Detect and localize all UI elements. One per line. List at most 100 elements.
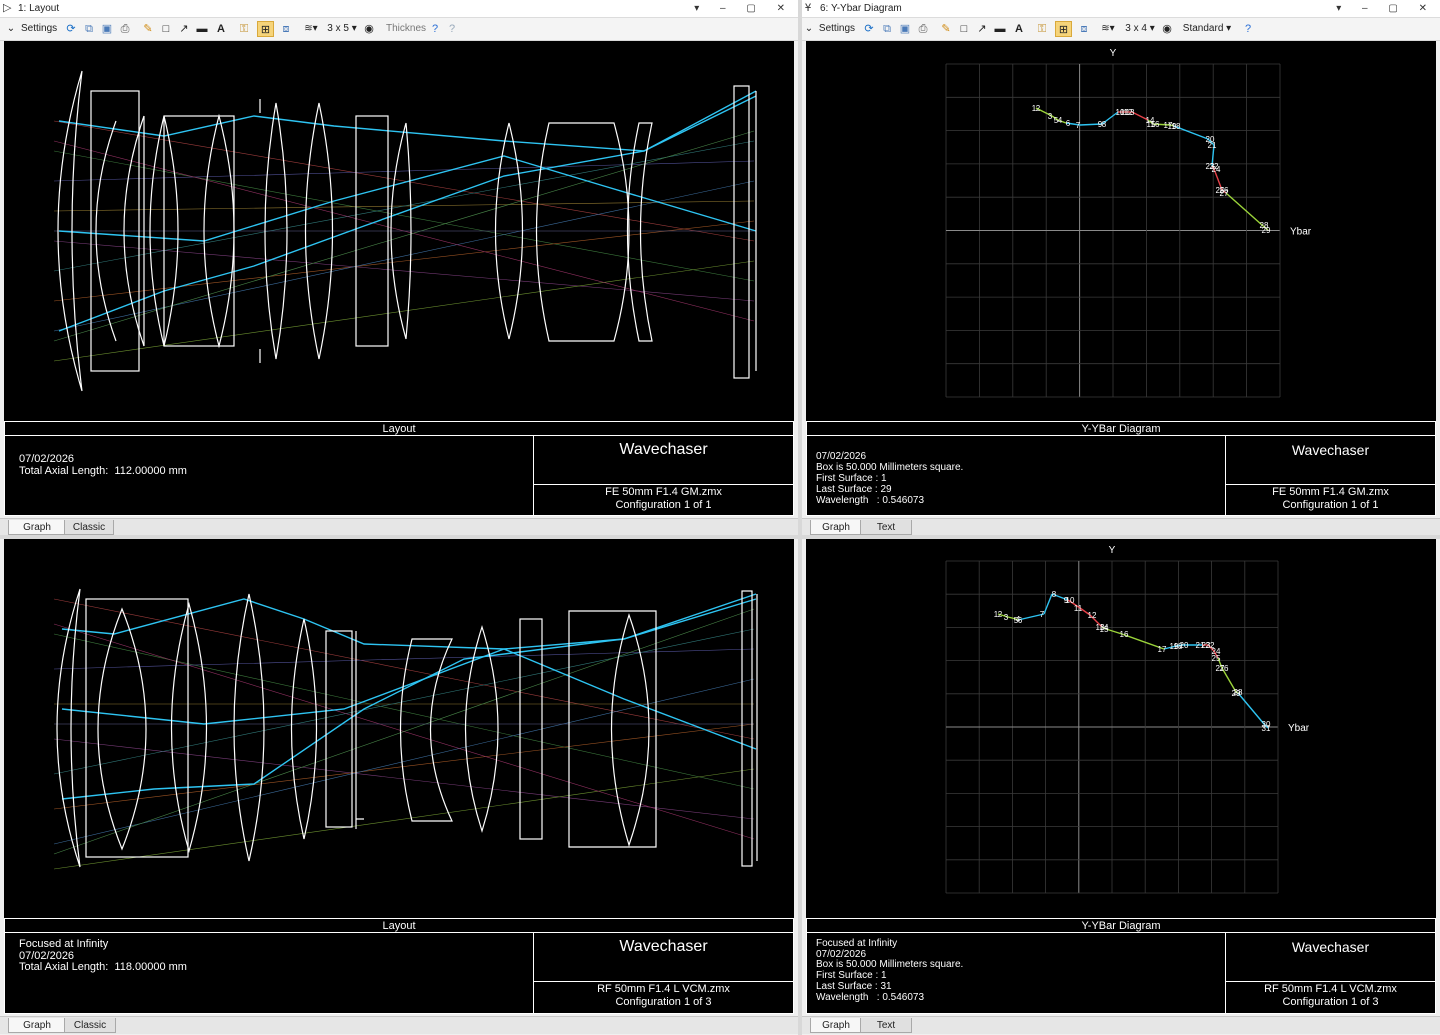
config-label: Configuration 1 of 3 (1282, 996, 1379, 1008)
clock-icon[interactable]: ◉ (362, 21, 376, 37)
yybar-chart: YYbar12345678910111213141516171819202122… (945, 545, 1310, 894)
file-name: RF 50mm F1.4 L VCM.zmx (1264, 983, 1397, 995)
copy-icon[interactable]: ⧉ (82, 21, 96, 37)
pencil-icon[interactable]: ✎ (939, 21, 953, 37)
horizontal-splitter[interactable] (0, 535, 1440, 539)
surface-label: 21 (1208, 141, 1217, 150)
yybar-plot[interactable]: Y Ybar 1 2 3 4 5 6 7 8 9 10 11 12 13 14 15 16 17 18 19 20 21 22… (806, 41, 1436, 421)
info-line: Last Surface : 31 (816, 980, 892, 992)
surface-label: 8 (1052, 590, 1057, 599)
help-icon[interactable]: ? (428, 21, 442, 37)
tab-text[interactable]: Text (860, 520, 912, 535)
layers-dropdown-icon[interactable]: ≋▾ (1097, 21, 1119, 37)
layout-grid-icon[interactable]: ⊞ (1055, 21, 1072, 37)
surface-label: 24 (1212, 165, 1221, 174)
info-line: Wavelength : 0.546073 (816, 495, 925, 506)
plot-caption: Layout (4, 421, 794, 435)
layout-grid-icon[interactable]: ⊞ (257, 21, 274, 37)
tab-bar: Graph Text (802, 518, 1440, 535)
save-icon[interactable]: ▣ (898, 21, 912, 37)
standard-dropdown[interactable]: Standard ▾ (1182, 21, 1232, 37)
info-line: Total Axial Length: 112.00000 mm (19, 464, 187, 477)
info-box: Focused at Infinity 07/02/2026 Total Axi… (4, 932, 794, 1014)
grid-size-dropdown[interactable]: 3 x 4 ▾ (1124, 21, 1156, 37)
tab-graph[interactable]: Graph (810, 520, 862, 535)
layout-plot[interactable] (4, 41, 794, 421)
tab-bar: Graph Text (802, 1016, 1440, 1034)
window-icon: ▷ (3, 2, 12, 14)
grid-size-dropdown[interactable]: 3 x 5 ▾ (326, 21, 358, 37)
print-icon[interactable]: ⎙ (118, 21, 132, 37)
info-line: Wavelength : 0.546073 (816, 991, 925, 1003)
toolbar: ⌄ Settings ⟳ ⧉ ▣ ⎙ ✎ □ ↗ ▬ A ⚿ ⊞ ⧈ ≋▾ 3 … (0, 18, 798, 41)
window-icon-2[interactable]: ⧈ (1077, 21, 1091, 37)
toolbar: ⌄ Settings ⟳ ⧉ ▣ ⎙ ✎ □ ↗ ▬ A ⚿ ⊞ ⧈ ≋▾ 3 … (802, 18, 1440, 41)
surface-label: 13 (1126, 108, 1135, 117)
surface-label: 3 (1004, 613, 1009, 622)
text-tool-icon[interactable]: A (1012, 21, 1026, 37)
refresh-icon[interactable]: ⟳ (64, 21, 78, 37)
settings-button[interactable]: Settings (818, 21, 856, 37)
surface-label: 4 (1058, 116, 1063, 125)
line-icon[interactable]: ▬ (195, 21, 209, 37)
info-box: 07/02/2026 Total Axial Length: 112.00000… (4, 435, 794, 516)
info-line: Last Surface : 29 (816, 484, 892, 495)
tab-graph[interactable]: Graph (8, 520, 66, 535)
print-icon[interactable]: ⎙ (916, 21, 930, 37)
title-bar[interactable]: Ұ 6: Y-Ybar Diagram ▾ – ▢ ✕ (802, 0, 1440, 18)
file-info: FE 50mm F1.4 GM.zmx Configuration 1 of 1 (1226, 486, 1435, 512)
clock-icon[interactable]: ◉ (1160, 21, 1174, 37)
refresh-icon[interactable]: ⟳ (862, 21, 876, 37)
help-icon-2[interactable]: ? (445, 21, 459, 37)
title-bar[interactable]: ▷ 1: Layout ▾ – ▢ ✕ (0, 0, 798, 18)
grid-size-label: 3 x 4 (1125, 23, 1147, 34)
ybar-axis-label: Ybar (1290, 227, 1312, 238)
vertical-splitter[interactable] (798, 0, 802, 1035)
settings-chevron-icon[interactable]: ⌄ (804, 21, 814, 37)
rectangle-icon[interactable]: □ (159, 21, 173, 37)
file-info: RF 50mm F1.4 L VCM.zmx Configuration 1 o… (534, 983, 793, 1009)
surface-label: 23 (1202, 641, 1211, 650)
info-line: 07/02/2026 (816, 451, 867, 462)
pencil-icon[interactable]: ✎ (141, 21, 155, 37)
line-icon[interactable]: ▬ (993, 21, 1007, 37)
rectangle-icon[interactable]: □ (957, 21, 971, 37)
plot-grid (945, 63, 1281, 398)
settings-button[interactable]: Settings (21, 21, 57, 37)
save-icon[interactable]: ▣ (100, 21, 114, 37)
window-icon-2[interactable]: ⧈ (279, 21, 293, 37)
tab-graph[interactable]: Graph (810, 1018, 862, 1033)
window-controls[interactable]: ▾ – ▢ ✕ (694, 0, 794, 17)
info-text: Focused at Infinity 07/02/2026 Total Axi… (19, 938, 187, 974)
grid-size-label: 3 x 5 (327, 23, 349, 34)
lock-icon[interactable]: ⚿ (237, 21, 251, 37)
surface-label: 20 (1180, 641, 1189, 650)
surface-label: 29 (1232, 689, 1241, 698)
arrow-icon[interactable]: ↗ (177, 21, 191, 37)
tab-graph[interactable]: Graph (8, 1018, 66, 1033)
help-icon[interactable]: ? (1241, 21, 1255, 37)
thickness-field[interactable]: Thickness (386, 21, 426, 37)
info-box: 07/02/2026 Box is 50.000 Millimeters squ… (806, 435, 1436, 516)
tab-classic[interactable]: Classic (64, 520, 114, 535)
info-text: Focused at Infinity 07/02/2026 Box is 50… (816, 938, 963, 1003)
yybar-plot[interactable]: Y Ybar 1 2 3 4 5 6 7 8 9 10 11 12 13 14 15 16 17 18 19 20 21 22… (806, 539, 1436, 918)
settings-chevron-icon[interactable]: ⌄ (6, 21, 16, 37)
title-block: Wavechaser RF 50mm F1.4 L VCM.zmx Config… (533, 933, 793, 1013)
brand-name: Wavechaser (1226, 436, 1435, 485)
file-name: FE 50mm F1.4 GM.zmx (605, 486, 722, 498)
info-box: Focused at Infinity 07/02/2026 Box is 50… (806, 932, 1436, 1014)
layers-dropdown-icon[interactable]: ≋▾ (300, 21, 322, 37)
layout-plot[interactable] (4, 539, 794, 918)
arrow-icon[interactable]: ↗ (975, 21, 989, 37)
copy-icon[interactable]: ⧉ (880, 21, 894, 37)
tab-text[interactable]: Text (860, 1018, 912, 1033)
text-tool-icon[interactable]: A (214, 21, 228, 37)
tab-classic[interactable]: Classic (64, 1018, 116, 1033)
surface-label: 25 (1212, 654, 1221, 663)
surface-label: 5 (1054, 116, 1059, 125)
surface-label: 9 (1098, 120, 1103, 129)
lock-icon[interactable]: ⚿ (1035, 21, 1049, 37)
surface-label: 2 (1036, 104, 1041, 113)
window-controls[interactable]: ▾ – ▢ ✕ (1336, 0, 1436, 17)
